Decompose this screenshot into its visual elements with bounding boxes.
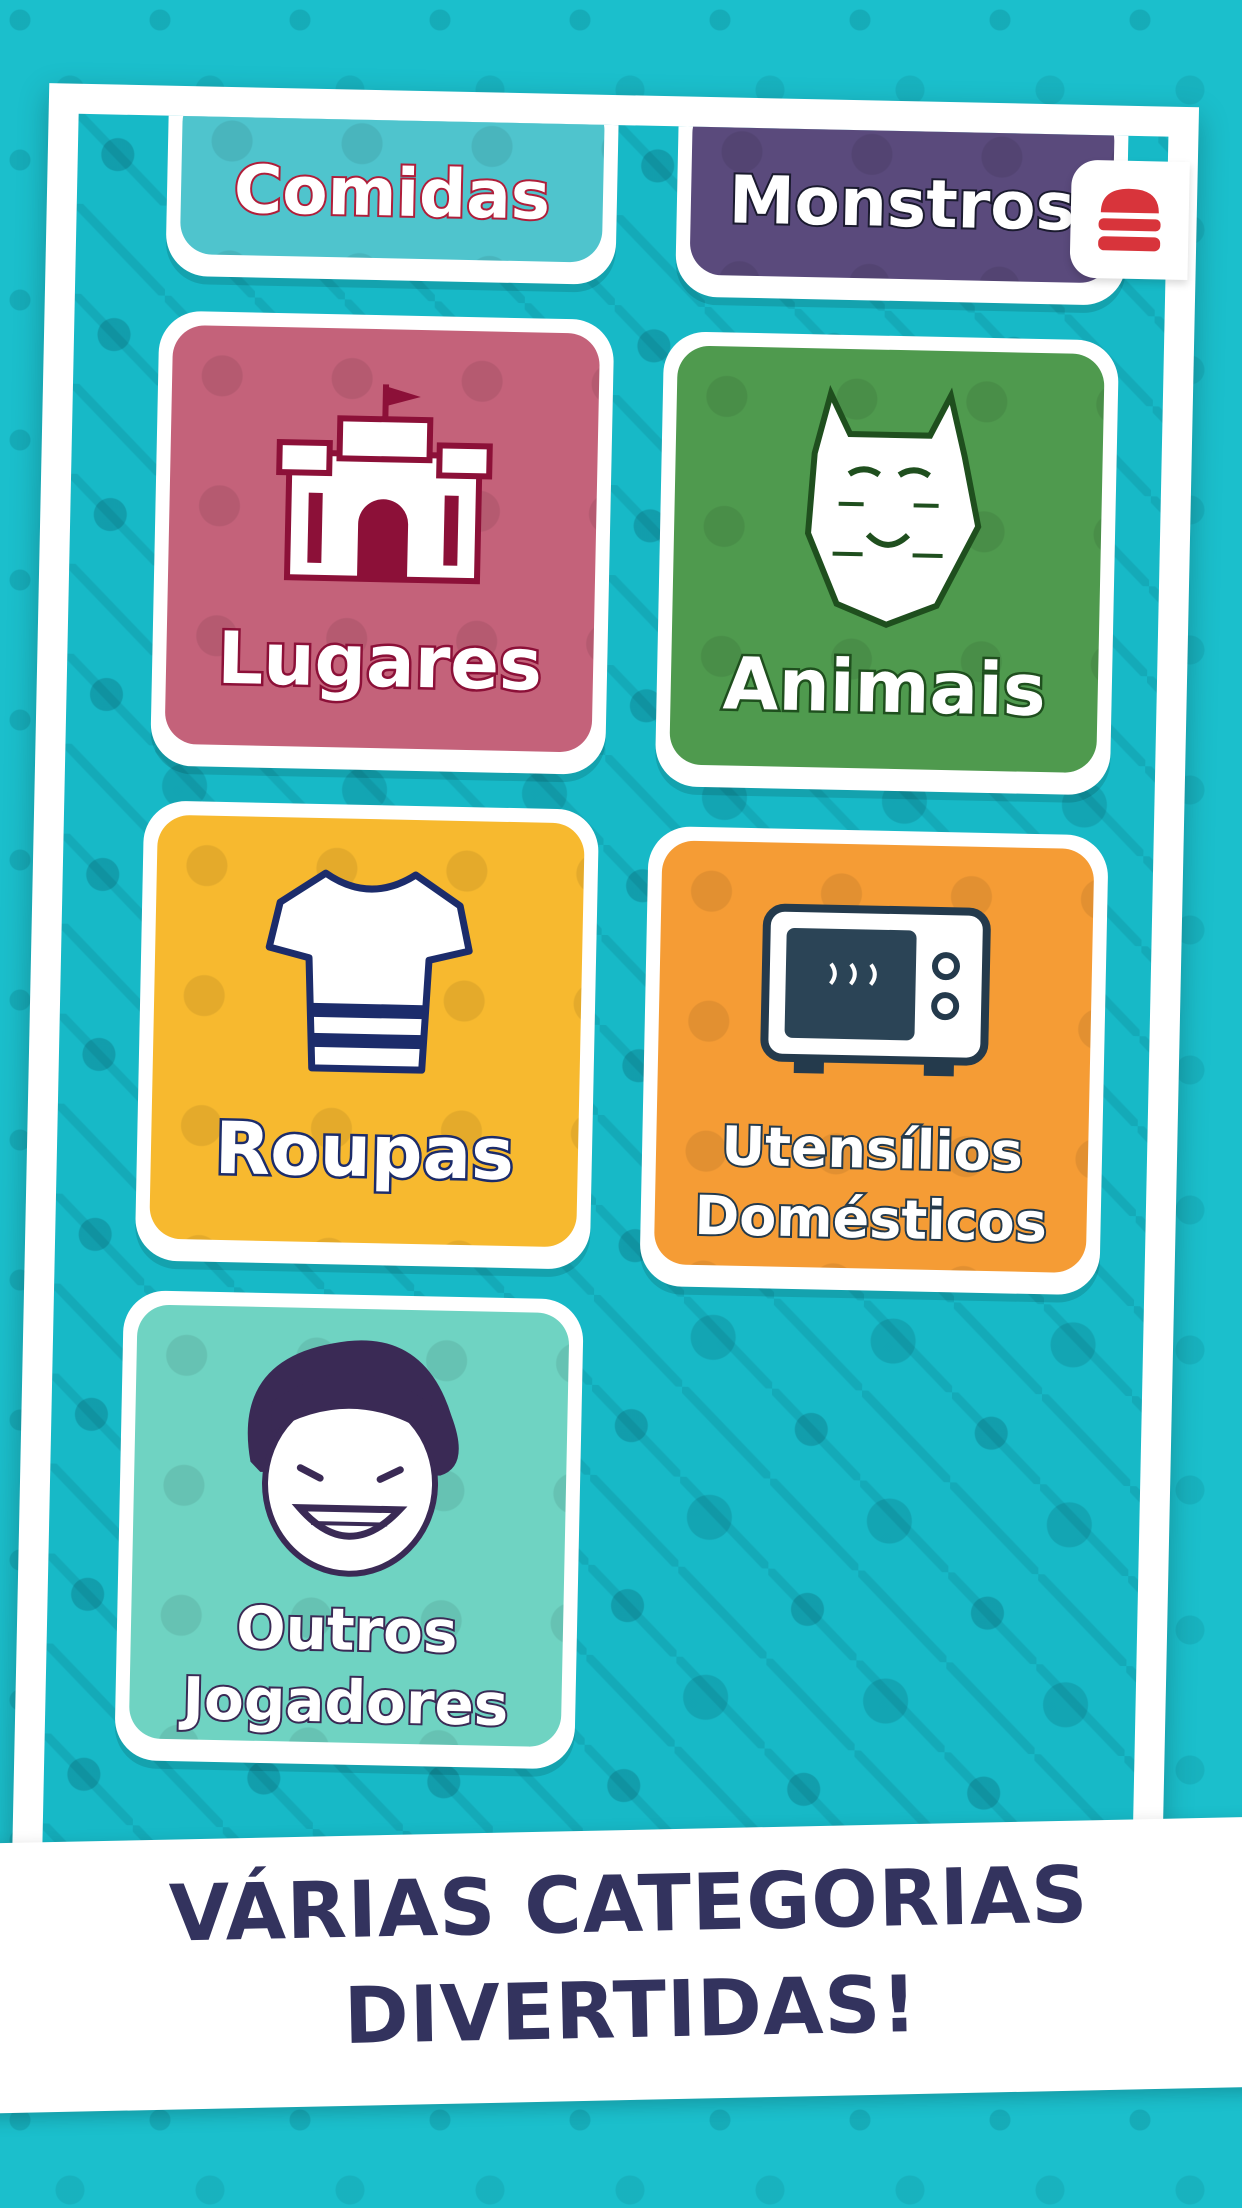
category-label-line1: Utensílios [719,1112,1026,1185]
category-label-line2: Domésticos [692,1182,1050,1256]
category-card-lugares[interactable]: Lugares [150,310,615,775]
category-label: Outros Jogadores [129,1589,564,1742]
category-card-comidas[interactable]: Comidas [165,113,620,286]
category-card-outros-jogadores[interactable]: Outros Jogadores [114,1289,584,1770]
tshirt-icon [265,869,473,1074]
banner-text: VÁRIAS CATEGORIAS DIVERTIDAS! [0,1838,1242,2077]
category-label: Comidas [231,149,553,237]
tiger-icon [804,384,981,629]
category-label: Monstros [726,159,1078,247]
category-card-monstros[interactable]: Monstros [674,113,1130,306]
category-screen: Comidas Monstros Lugares Animais Roupas … [40,113,1169,1937]
category-label: Lugares [214,613,545,709]
burger-menu-icon [1098,188,1161,252]
promo-banner: VÁRIAS CATEGORIAS DIVERTIDAS! [0,1816,1242,2114]
category-card-roupas[interactable]: Roupas [134,800,600,1270]
category-label: Animais [720,639,1050,735]
category-label-line2: Jogadores [180,1662,511,1741]
category-card-animais[interactable]: Animais [654,331,1120,796]
phone-frame: Comidas Monstros Lugares Animais Roupas … [10,83,1200,1937]
microwave-icon [760,903,991,1077]
category-label-line1: Outros [234,1591,461,1668]
castle-icon [275,384,493,585]
category-label: Roupas [212,1103,518,1198]
category-label: Utensílios Domésticos [654,1110,1089,1259]
player-face-icon [247,1340,459,1577]
category-card-utensilios[interactable]: Utensílios Domésticos [639,825,1109,1296]
menu-button[interactable] [1069,159,1190,281]
